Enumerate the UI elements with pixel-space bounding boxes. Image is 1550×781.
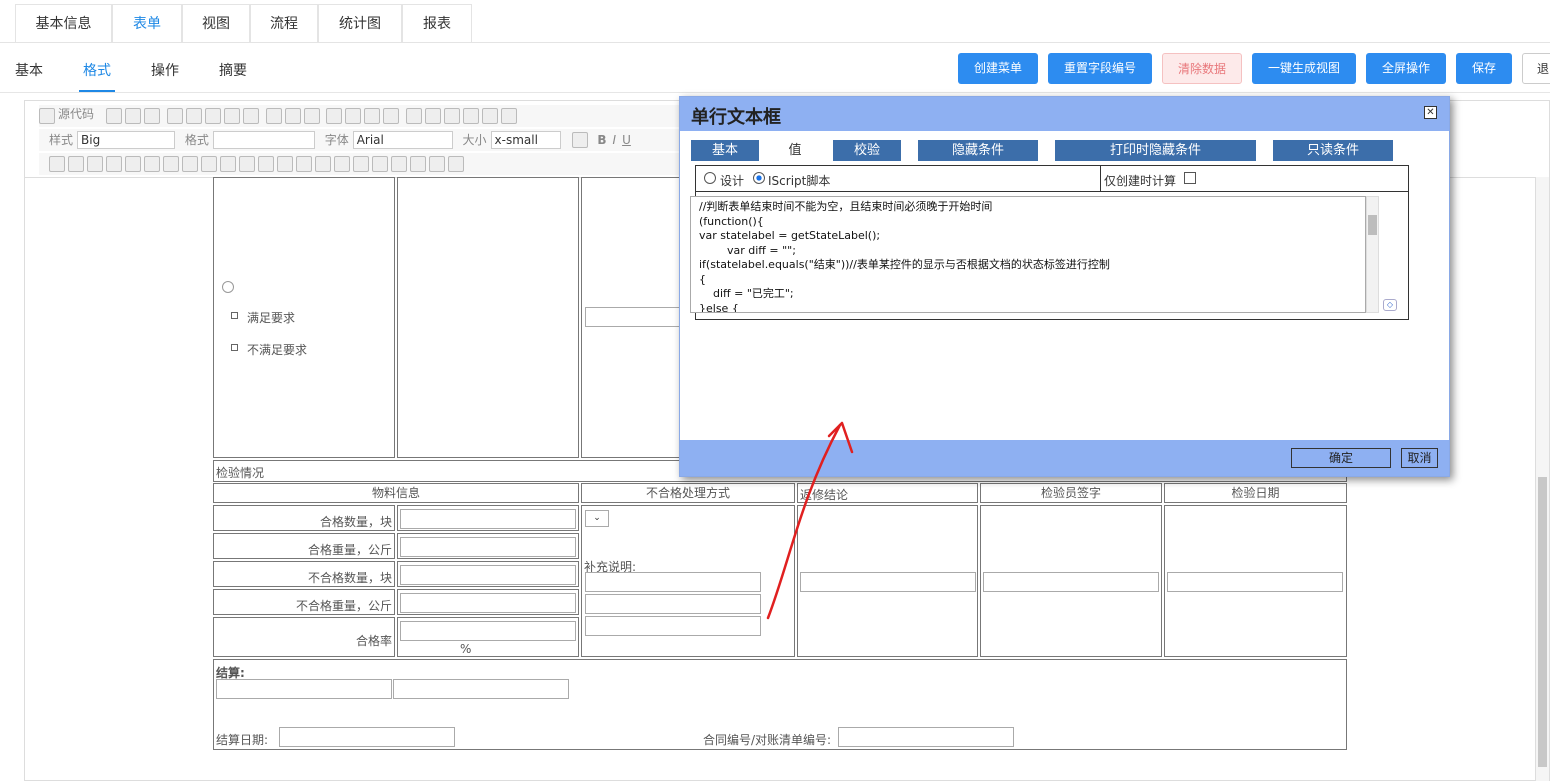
annotation-arrow: [766, 421, 854, 620]
arrow-shaft: [766, 423, 842, 620]
